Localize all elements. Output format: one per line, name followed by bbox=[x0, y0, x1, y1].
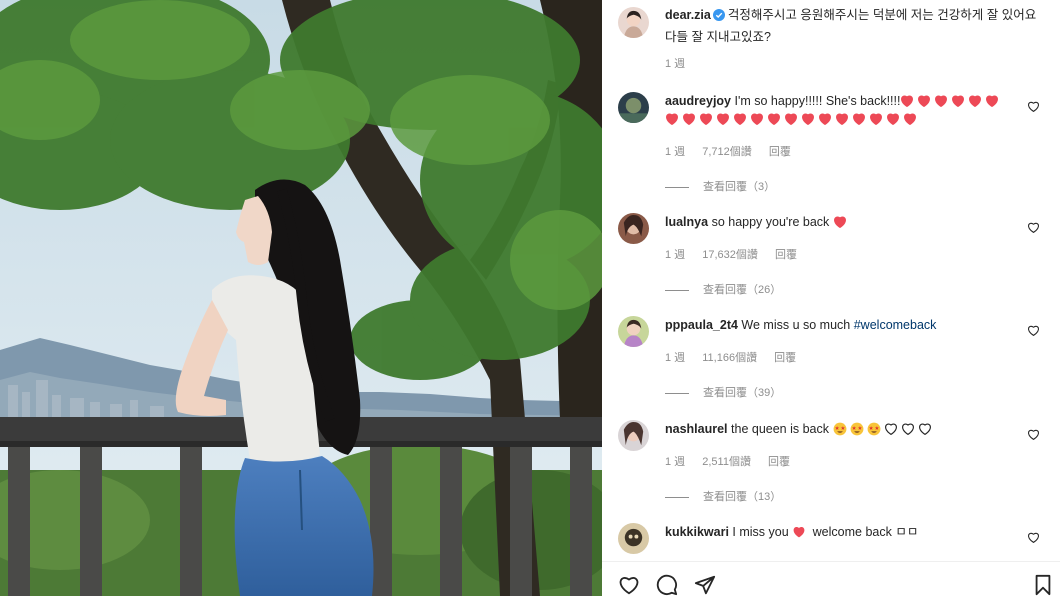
comment-body: lualnya so happy you're back bbox=[665, 213, 1015, 231]
comment-text: We miss u so much bbox=[741, 318, 851, 332]
heart-emoji-group bbox=[833, 215, 850, 229]
view-replies-button[interactable]: 查看回覆（13） bbox=[665, 488, 781, 504]
comment-meta: 1 週 7,712個讚 回覆 bbox=[665, 143, 805, 159]
comment-meta: 1 週 2,511個讚 回覆 bbox=[665, 453, 804, 469]
star-eyes-emoji bbox=[867, 422, 881, 436]
comment-likes[interactable]: 11,166個讚 bbox=[702, 352, 757, 364]
red-heart-emoji bbox=[792, 525, 806, 538]
view-replies-label: 查看回覆（26） bbox=[703, 284, 782, 296]
verified-badge-icon bbox=[712, 7, 725, 27]
comment-body: kukkikwari I miss you welcome back ㅁㅁ bbox=[665, 523, 1015, 541]
reply-button[interactable]: 回覆 bbox=[774, 352, 796, 364]
author-avatar[interactable] bbox=[618, 7, 649, 38]
caption-text: dear.zia 걱정해주시고 응원해주시는 덕분에 저는 건강하게 잘 있어요 … bbox=[665, 5, 1045, 47]
red-heart-emoji bbox=[784, 112, 798, 125]
red-heart-emoji bbox=[818, 112, 832, 125]
divider-line bbox=[665, 289, 689, 291]
star-eyes-emoji bbox=[833, 422, 847, 436]
red-heart-emoji bbox=[833, 215, 847, 228]
comment-username[interactable]: aaudreyjoy bbox=[665, 94, 731, 108]
red-heart-emoji bbox=[835, 112, 849, 125]
heart-outline-icon[interactable] bbox=[1027, 221, 1040, 234]
comment-username[interactable]: pppaula_2t4 bbox=[665, 318, 738, 332]
heart-outline-icon[interactable] bbox=[1027, 531, 1040, 544]
action-bar bbox=[602, 561, 1060, 596]
comment-likes[interactable]: 7,712個讚 bbox=[702, 146, 752, 158]
comment-icon[interactable] bbox=[656, 574, 678, 596]
comment-age[interactable]: 1 週 bbox=[665, 456, 685, 468]
divider-line bbox=[665, 496, 689, 498]
red-heart-emoji bbox=[750, 112, 764, 125]
view-replies-label: 查看回覆（39） bbox=[703, 387, 782, 399]
comment-likes[interactable]: 2,511個讚 bbox=[702, 456, 751, 468]
red-heart-emoji bbox=[801, 112, 815, 125]
red-heart-emoji bbox=[767, 112, 781, 125]
red-heart-emoji bbox=[716, 112, 730, 125]
comment-text: the queen is back bbox=[731, 422, 830, 436]
reply-button[interactable]: 回覆 bbox=[775, 249, 797, 261]
comment-avatar[interactable] bbox=[618, 523, 649, 554]
red-heart-emoji bbox=[968, 94, 982, 107]
heart-outline-icon[interactable] bbox=[1027, 100, 1040, 113]
comment-username[interactable]: kukkikwari bbox=[665, 525, 729, 539]
heart-outline-icon[interactable] bbox=[618, 574, 640, 596]
comment-age[interactable]: 1 週 bbox=[665, 352, 685, 364]
red-heart-emoji bbox=[682, 112, 696, 125]
red-heart-emoji bbox=[917, 94, 931, 107]
emoji-group bbox=[833, 422, 935, 436]
comment-age[interactable]: 1 週 bbox=[665, 249, 685, 261]
comment-avatar[interactable] bbox=[618, 420, 649, 451]
red-heart-emoji bbox=[852, 112, 866, 125]
heart-outline-icon[interactable] bbox=[1027, 324, 1040, 337]
share-icon[interactable] bbox=[694, 574, 716, 596]
view-replies-button[interactable]: 查看回覆（26） bbox=[665, 281, 781, 297]
white-heart-emoji bbox=[884, 422, 898, 435]
red-heart-emoji bbox=[733, 112, 747, 125]
red-heart-emoji bbox=[665, 112, 679, 125]
bookmark-icon[interactable] bbox=[1032, 574, 1054, 596]
divider-line bbox=[665, 392, 689, 394]
red-heart-emoji bbox=[886, 112, 900, 125]
heart-outline-icon[interactable] bbox=[1027, 428, 1040, 441]
comments-panel: dear.zia 걱정해주시고 응원해주시는 덕분에 저는 건강하게 잘 있어요 … bbox=[602, 0, 1060, 596]
red-heart-emoji bbox=[903, 112, 917, 125]
comment-text: I'm so happy!!!!! She's back!!!! bbox=[734, 94, 901, 108]
comment-username[interactable]: lualnya bbox=[665, 215, 708, 229]
view-replies-button[interactable]: 查看回覆（3） bbox=[665, 178, 775, 194]
reply-button[interactable]: 回覆 bbox=[769, 146, 791, 158]
red-heart-emoji bbox=[900, 94, 914, 107]
comment-age[interactable]: 1 週 bbox=[665, 146, 685, 158]
divider-line bbox=[665, 186, 689, 188]
comment-avatar[interactable] bbox=[618, 316, 649, 347]
comment-text-after: welcome back ㅁㅁ bbox=[812, 525, 919, 539]
star-eyes-emoji bbox=[850, 422, 864, 436]
red-heart-emoji bbox=[699, 112, 713, 125]
red-heart-emoji bbox=[869, 112, 883, 125]
comment-meta: 1 週 11,166個讚 回覆 bbox=[665, 349, 810, 365]
white-heart-emoji bbox=[901, 422, 915, 435]
view-replies-label: 查看回覆（3） bbox=[703, 181, 776, 193]
comment-likes[interactable]: 17,632個讚 bbox=[702, 249, 758, 261]
comment-body: aaudreyjoy I'm so happy!!!!! She's back!… bbox=[665, 92, 1015, 128]
post-photo bbox=[0, 0, 602, 596]
view-replies-button[interactable]: 查看回覆（39） bbox=[665, 384, 781, 400]
comment-text: so happy you're back bbox=[711, 215, 830, 229]
white-heart-emoji bbox=[918, 422, 932, 435]
comment-avatar[interactable] bbox=[618, 213, 649, 244]
reply-button[interactable]: 回覆 bbox=[768, 456, 790, 468]
comment-body: nashlaurel the queen is back bbox=[665, 420, 1015, 438]
comment-meta: 1 週 17,632個讚 回覆 bbox=[665, 246, 811, 262]
comment-text: I miss you bbox=[732, 525, 789, 539]
red-heart-emoji bbox=[951, 94, 965, 107]
caption-age[interactable]: 1 週 bbox=[665, 55, 685, 71]
comment-body: pppaula_2t4 We miss u so much #welcomeba… bbox=[665, 316, 1015, 334]
comment-username[interactable]: nashlaurel bbox=[665, 422, 728, 436]
comment-avatar[interactable] bbox=[618, 92, 649, 123]
hashtag-link[interactable]: #welcomeback bbox=[854, 318, 937, 332]
caption-author[interactable]: dear.zia bbox=[665, 8, 711, 22]
red-heart-emoji bbox=[985, 94, 999, 107]
view-replies-label: 查看回覆（13） bbox=[703, 491, 782, 503]
red-heart-emoji bbox=[934, 94, 948, 107]
